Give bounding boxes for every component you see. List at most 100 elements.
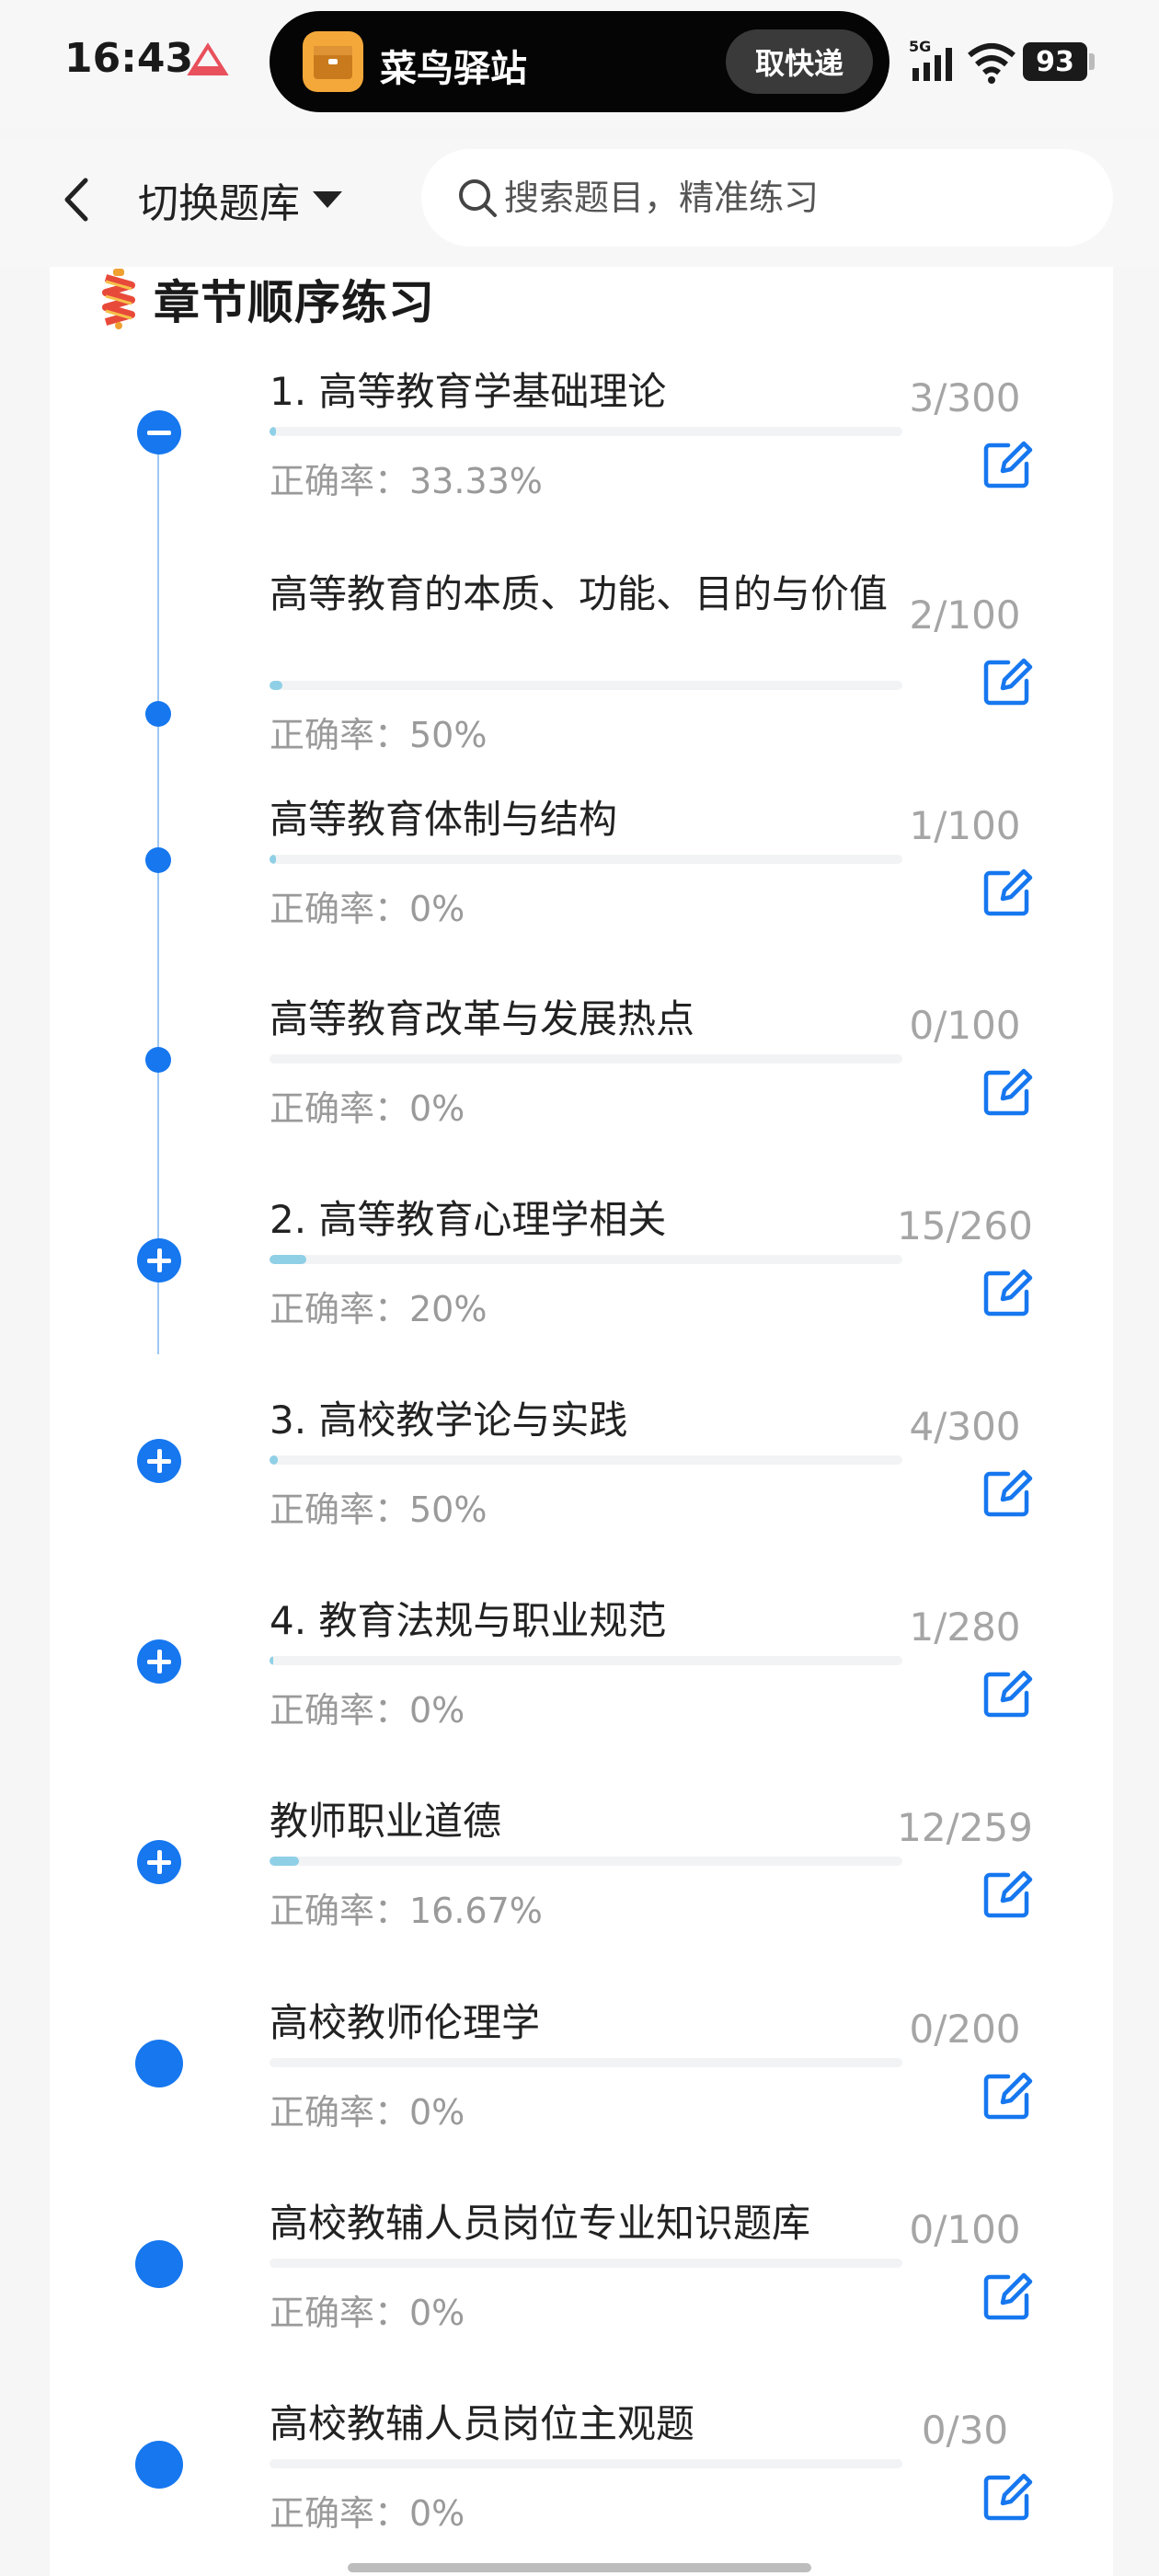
chapter-item[interactable]: 高等教育的本质、功能、目的与价值 正确率：50% 2/100	[50, 570, 1113, 806]
chapter-dot[interactable]	[135, 2240, 183, 2288]
edit-practice-icon[interactable]	[981, 655, 1034, 708]
progress-bar	[270, 1857, 902, 1866]
search-box[interactable]	[421, 149, 1113, 247]
accuracy-text: 正确率：0%	[270, 889, 465, 929]
accuracy-text: 正确率：0%	[270, 2493, 465, 2534]
expand-icon[interactable]	[137, 1840, 181, 1884]
chapter-dot[interactable]	[135, 2441, 183, 2489]
switch-question-bank-label: 切换题库	[138, 180, 300, 227]
notification-app-icon	[187, 42, 229, 75]
progress-fill	[270, 427, 276, 436]
chapter-item[interactable]: 2. 高等教育心理学相关 正确率：20% 15/260	[50, 1196, 1113, 1380]
progress-fill	[270, 1455, 278, 1465]
package-icon	[303, 31, 363, 92]
expand-icon[interactable]	[137, 1238, 181, 1282]
expand-icon[interactable]	[137, 1639, 181, 1684]
switch-question-bank-button[interactable]: 切换题库	[138, 170, 342, 229]
progress-count: 0/30	[921, 2408, 1009, 2453]
battery-icon: 93	[1023, 42, 1087, 81]
accuracy-text: 正确率：0%	[270, 2293, 465, 2333]
edit-practice-icon[interactable]	[981, 2069, 1034, 2122]
section-title: 章节顺序练习	[154, 276, 435, 329]
accuracy-text: 正确率：0%	[270, 1088, 465, 1129]
search-icon	[459, 179, 497, 217]
wifi-icon	[968, 43, 1016, 84]
progress-bar	[270, 2058, 902, 2067]
expand-icon[interactable]	[137, 1439, 181, 1483]
edit-practice-icon[interactable]	[981, 1667, 1034, 1720]
progress-count: 0/100	[909, 1003, 1021, 1048]
chapter-practice-card: 章节顺序练习 1. 高等教育学基础理论 正确率：33.33% 3/300 高等教育的本…	[50, 267, 1113, 2576]
progress-fill	[270, 681, 282, 690]
progress-bar	[270, 2259, 902, 2268]
chapter-dot[interactable]	[135, 2040, 183, 2087]
top-nav: 切换题库	[0, 138, 1159, 267]
progress-bar	[270, 2459, 902, 2468]
dynamic-island[interactable]: 菜鸟驿站 取快递	[270, 11, 889, 112]
chapter-item[interactable]: 4. 教育法规与职业规范 正确率：0% 1/280	[50, 1597, 1113, 1781]
timeline-dot	[145, 1047, 171, 1073]
edit-practice-icon[interactable]	[981, 2270, 1034, 2323]
chapter-item[interactable]: 高校教辅人员岗位主观题 正确率：0% 0/30	[50, 2400, 1113, 2576]
chapter-item[interactable]: 3. 高校教学论与实践 正确率：50% 4/300	[50, 1397, 1113, 1581]
pickup-button[interactable]: 取快递	[726, 29, 873, 94]
accuracy-text: 正确率：33.33%	[270, 461, 543, 501]
chapter-item[interactable]: 1. 高等教育学基础理论 正确率：33.33% 3/300	[50, 368, 1113, 552]
timeline-dot	[145, 847, 171, 873]
progress-bar	[270, 1656, 902, 1665]
section-header: 章节顺序练习	[100, 267, 435, 331]
signal-icon: 5G	[909, 38, 952, 81]
search-input[interactable]	[504, 149, 1093, 247]
edit-practice-icon[interactable]	[981, 866, 1034, 919]
network-label: 5G	[909, 38, 931, 55]
progress-bar	[270, 1255, 902, 1264]
accuracy-text: 正确率：16.67%	[270, 1891, 543, 1931]
chapter-item[interactable]: 教师职业道德 正确率：16.67% 12/259	[50, 1798, 1113, 1982]
chapter-item[interactable]: 高校教师伦理学 正确率：0% 0/200	[50, 1999, 1113, 2183]
edit-practice-icon[interactable]	[981, 1065, 1034, 1119]
back-arrow-icon[interactable]	[51, 167, 106, 232]
edit-practice-icon[interactable]	[981, 1868, 1034, 1921]
status-bar: 16:43 菜鸟驿站 取快递 5G 93	[0, 0, 1159, 129]
firecracker-icon	[102, 269, 135, 329]
progress-bar	[270, 1054, 902, 1064]
progress-bar	[270, 427, 902, 436]
battery-tip	[1089, 53, 1095, 70]
progress-bar	[270, 1455, 902, 1465]
progress-count: 2/100	[909, 592, 1021, 638]
edit-practice-icon[interactable]	[981, 1266, 1034, 1319]
edit-practice-icon[interactable]	[981, 2470, 1034, 2524]
accuracy-text: 正确率：50%	[270, 1489, 488, 1530]
accuracy-text: 正确率：20%	[270, 1289, 488, 1329]
progress-fill	[270, 1656, 274, 1665]
progress-count: 1/280	[909, 1604, 1021, 1650]
toggle-bar	[156, 1248, 162, 1272]
progress-count: 3/300	[909, 375, 1021, 420]
accuracy-text: 正确率：50%	[270, 715, 488, 755]
progress-count: 0/200	[909, 2007, 1021, 2052]
progress-fill	[270, 1255, 306, 1264]
caret-down-icon	[313, 191, 342, 208]
progress-count: 15/260	[897, 1203, 1033, 1248]
home-indicator[interactable]	[348, 2563, 811, 2572]
toggle-bar	[147, 430, 171, 435]
progress-fill	[270, 855, 276, 864]
progress-count: 4/300	[909, 1404, 1021, 1449]
progress-fill	[270, 1857, 299, 1866]
toggle-bar	[156, 1850, 162, 1874]
progress-bar	[270, 681, 902, 690]
edit-practice-icon[interactable]	[981, 1466, 1034, 1520]
chapter-item[interactable]: 高等教育体制与结构 正确率：0% 1/100	[50, 796, 1113, 980]
chapter-item[interactable]: 高等教育改革与发展热点 正确率：0% 0/100	[50, 995, 1113, 1179]
progress-count: 0/100	[909, 2207, 1021, 2252]
edit-practice-icon[interactable]	[981, 438, 1034, 491]
collapse-icon[interactable]	[137, 410, 181, 454]
chapter-item[interactable]: 高校教辅人员岗位专业知识题库 正确率：0% 0/100	[50, 2200, 1113, 2384]
timeline-dot	[145, 701, 171, 727]
progress-bar	[270, 855, 902, 864]
progress-count: 1/100	[909, 803, 1021, 848]
system-icons: 5G 93	[909, 37, 1148, 88]
progress-count: 12/259	[897, 1805, 1033, 1850]
accuracy-text: 正确率：0%	[270, 1690, 465, 1731]
island-app-name: 菜鸟驿站	[380, 48, 527, 90]
